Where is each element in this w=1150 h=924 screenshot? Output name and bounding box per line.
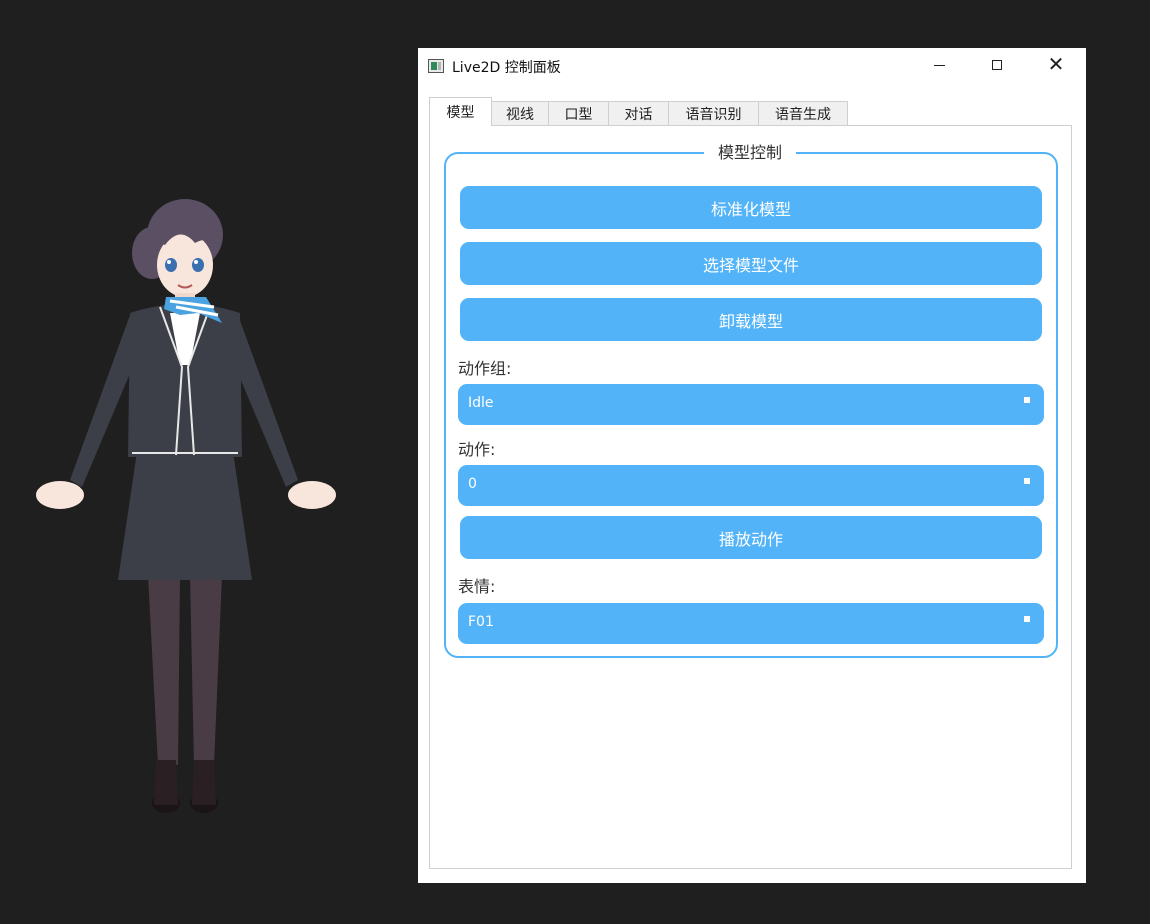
motion-group-value: Idle bbox=[468, 395, 494, 411]
close-icon: ✕ bbox=[1047, 52, 1065, 76]
title-bar[interactable]: Live2D 控制面板 ✕ bbox=[418, 48, 1086, 84]
group-title: 模型控制 bbox=[704, 142, 797, 164]
window-app-icon bbox=[428, 59, 444, 73]
normalize-model-button[interactable]: 标准化模型 bbox=[460, 186, 1042, 229]
tab-chat[interactable]: 对话 bbox=[609, 101, 669, 126]
motion-label: 动作: bbox=[458, 440, 496, 459]
expression-label: 表情: bbox=[458, 577, 496, 596]
tab-gaze[interactable]: 视线 bbox=[492, 101, 549, 126]
tab-mouth[interactable]: 口型 bbox=[549, 101, 609, 126]
select-model-file-button[interactable]: 选择模型文件 bbox=[460, 242, 1042, 285]
motion-value: 0 bbox=[468, 476, 477, 492]
window-title: Live2D 控制面板 bbox=[452, 60, 561, 76]
dropdown-arrow-icon bbox=[1024, 478, 1030, 484]
model-control-group: 模型控制 标准化模型 选择模型文件 卸载模型 动作组: Idle 动作: 0 播… bbox=[444, 142, 1058, 658]
motion-group-label: 动作组: bbox=[458, 359, 512, 378]
dropdown-arrow-icon bbox=[1024, 397, 1030, 403]
unload-model-button[interactable]: 卸载模型 bbox=[460, 298, 1042, 341]
minimize-icon bbox=[933, 64, 945, 66]
tab-bar: 模型 视线 口型 对话 语音识别 语音生成 bbox=[429, 97, 848, 126]
maximize-icon bbox=[992, 60, 1002, 70]
play-motion-button[interactable]: 播放动作 bbox=[460, 516, 1042, 559]
close-button[interactable]: ✕ bbox=[1027, 48, 1085, 84]
tab-speech-recognition[interactable]: 语音识别 bbox=[669, 101, 759, 126]
motion-group-select[interactable]: Idle bbox=[458, 384, 1044, 425]
maximize-button[interactable] bbox=[968, 48, 1026, 84]
control-panel-window: Live2D 控制面板 ✕ 模型 视线 口型 对话 语音识别 语音生成 模型控制… bbox=[418, 48, 1086, 883]
motion-select[interactable]: 0 bbox=[458, 465, 1044, 506]
minimize-button[interactable] bbox=[910, 48, 968, 84]
tab-model[interactable]: 模型 bbox=[429, 97, 492, 126]
tab-speech-generation[interactable]: 语音生成 bbox=[759, 101, 848, 126]
dropdown-arrow-icon bbox=[1024, 616, 1030, 622]
expression-select[interactable]: F01 bbox=[458, 603, 1044, 644]
expression-value: F01 bbox=[468, 614, 494, 630]
live2d-character[interactable] bbox=[30, 195, 340, 825]
model-tab-pane: 模型控制 标准化模型 选择模型文件 卸载模型 动作组: Idle 动作: 0 播… bbox=[429, 125, 1072, 869]
